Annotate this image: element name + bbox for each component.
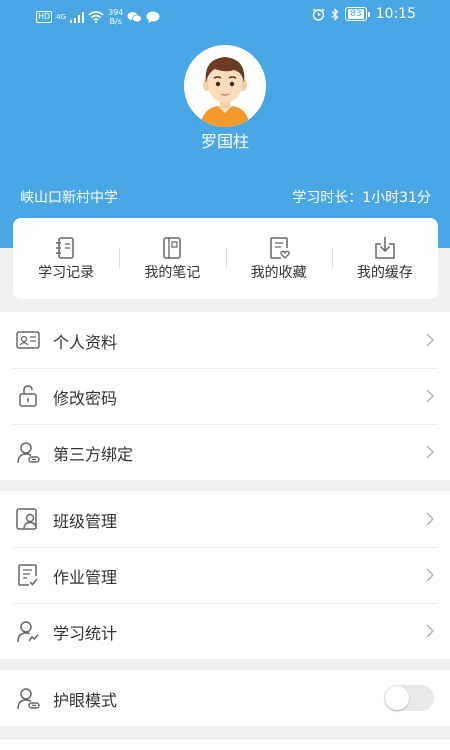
chevron-right-icon bbox=[426, 389, 434, 403]
signal-icon bbox=[70, 11, 85, 23]
chevron-right-icon bbox=[426, 445, 434, 459]
favorite-doc-icon bbox=[269, 237, 290, 259]
quick-my-cache[interactable]: 我的缓存 bbox=[331, 218, 438, 299]
quick-label: 我的笔记 bbox=[144, 265, 201, 281]
class-icon bbox=[16, 508, 37, 530]
battery-icon: 83 bbox=[345, 7, 370, 21]
menu-item-homework-management[interactable]: 作业管理 bbox=[0, 547, 450, 603]
eye-care-toggle[interactable] bbox=[384, 685, 434, 711]
menu-item-eye-care-mode: 护眼模式 bbox=[0, 670, 450, 726]
chevron-right-icon bbox=[426, 512, 434, 526]
lock-icon bbox=[19, 385, 37, 407]
status-right: 83 10:15 bbox=[312, 6, 416, 22]
id-card-icon bbox=[16, 331, 40, 349]
bottom-tab-bar bbox=[0, 738, 450, 750]
menu-item-third-party-binding[interactable]: 第三方绑定 bbox=[0, 424, 450, 480]
chevron-right-icon bbox=[426, 333, 434, 347]
user-link-icon bbox=[17, 442, 40, 464]
boy-avatar-icon[interactable] bbox=[184, 45, 266, 127]
clock-time: 10:15 bbox=[375, 6, 416, 22]
chevron-right-icon bbox=[426, 624, 434, 638]
speed-value: 394 bbox=[108, 8, 124, 17]
study-time: 学习时长：1小时31分 bbox=[292, 190, 431, 206]
quick-label: 我的收藏 bbox=[250, 265, 307, 281]
notebook-icon bbox=[56, 237, 74, 259]
alarm-icon bbox=[312, 8, 325, 21]
eye-care-icon bbox=[17, 688, 40, 710]
speed-unit: B/s bbox=[109, 17, 122, 26]
wechat-icon bbox=[127, 12, 143, 23]
homework-icon bbox=[18, 564, 38, 586]
quick-my-favorites[interactable]: 我的收藏 bbox=[225, 218, 332, 299]
note-icon bbox=[163, 237, 182, 259]
quick-label: 学习记录 bbox=[38, 265, 95, 281]
wifi-icon bbox=[88, 11, 104, 23]
status-bar: HD 4G 394 B/s 83 10:15 bbox=[0, 0, 450, 32]
user-name: 罗国柱 bbox=[200, 132, 249, 151]
battery-level: 83 bbox=[348, 9, 364, 19]
menu-label: 第三方绑定 bbox=[53, 445, 134, 464]
bluetooth-icon bbox=[331, 7, 339, 21]
status-left: HD 4G 394 B/s bbox=[36, 8, 160, 26]
chevron-right-icon bbox=[426, 568, 434, 582]
quick-study-records[interactable]: 学习记录 bbox=[13, 218, 119, 299]
menu-item-study-statistics[interactable]: 学习统计 bbox=[0, 603, 450, 659]
quick-actions-card: 学习记录 我的笔记 我的收藏 我的缓存 bbox=[13, 218, 438, 299]
menu-label: 作业管理 bbox=[53, 568, 118, 587]
menu-item-class-management[interactable]: 班级管理 bbox=[0, 491, 450, 547]
menu-label: 个人资料 bbox=[53, 333, 118, 352]
menu-label: 修改密码 bbox=[53, 389, 118, 408]
menu-group-settings: 护眼模式 bbox=[0, 670, 450, 726]
network-label: 4G bbox=[56, 12, 67, 21]
stats-icon bbox=[17, 621, 39, 643]
school-name: 峡山口新村中学 bbox=[20, 190, 118, 206]
menu-group-teaching: 班级管理 作业管理 学习统计 bbox=[0, 491, 450, 659]
network-speed: 394 B/s bbox=[108, 8, 123, 26]
menu-label: 学习统计 bbox=[53, 624, 118, 643]
quick-label: 我的缓存 bbox=[356, 265, 413, 281]
toggle-knob bbox=[385, 686, 409, 710]
quick-my-notes[interactable]: 我的笔记 bbox=[119, 218, 225, 299]
menu-item-profile[interactable]: 个人资料 bbox=[0, 312, 450, 368]
download-icon bbox=[375, 237, 395, 259]
hd-badge: HD bbox=[36, 11, 53, 23]
menu-label: 班级管理 bbox=[53, 512, 118, 531]
menu-group-account: 个人资料 修改密码 第三方绑定 bbox=[0, 312, 450, 480]
menu-label: 护眼模式 bbox=[53, 691, 118, 710]
menu-item-change-password[interactable]: 修改密码 bbox=[0, 368, 450, 424]
message-icon bbox=[146, 11, 160, 23]
